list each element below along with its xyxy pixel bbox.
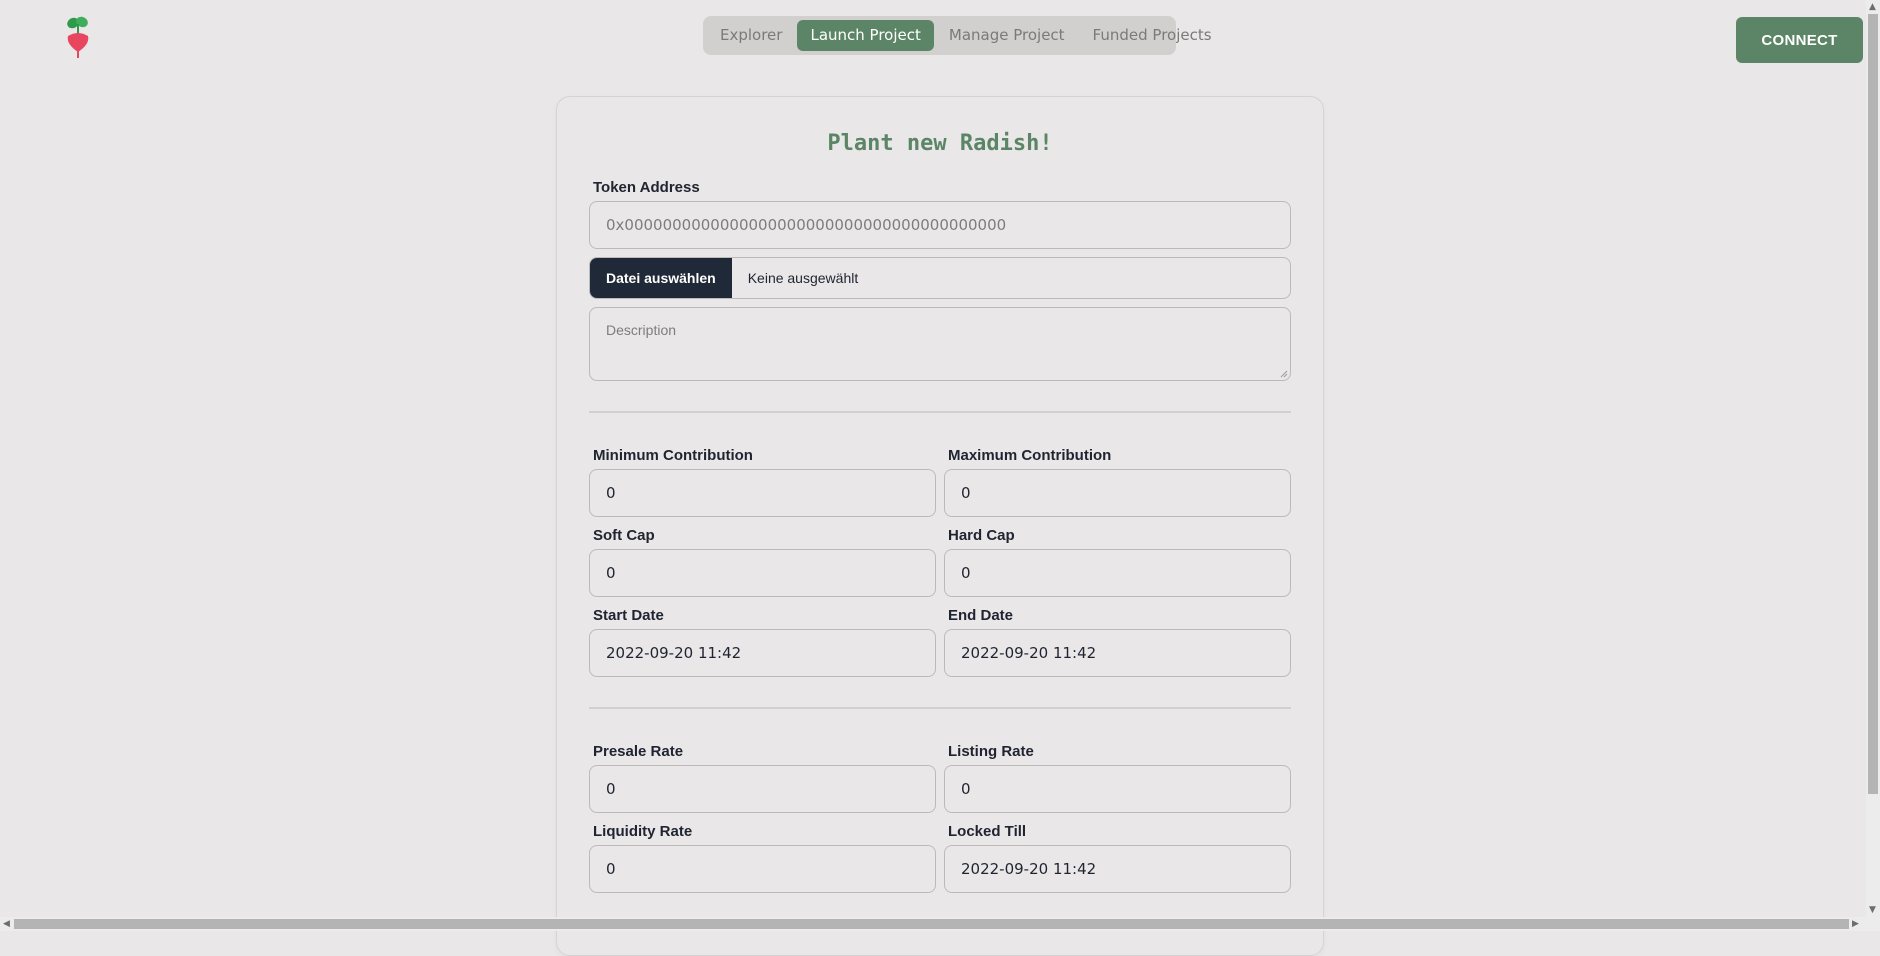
token-address-input[interactable]: 0x00000000000000000000000000000000000000…: [589, 201, 1291, 249]
file-status: Keine ausgewählt: [747, 270, 859, 286]
locked-till-label: Locked Till: [948, 823, 1027, 840]
scroll-right-icon[interactable]: ▶: [1852, 919, 1859, 929]
soft-cap-input[interactable]: 0: [589, 549, 936, 597]
min-contribution-input[interactable]: 0: [589, 469, 936, 517]
section-divider: [589, 707, 1291, 709]
presale-rate-input[interactable]: 0: [589, 765, 936, 813]
horizontal-scrollbar[interactable]: ◀ ▶: [0, 917, 1866, 931]
presale-rate-label: Presale Rate: [593, 743, 684, 760]
section-divider: [589, 411, 1291, 413]
hard-cap-label: Hard Cap: [948, 527, 1015, 544]
tab-launch-project[interactable]: Launch Project: [797, 20, 934, 51]
soft-cap-label: Soft Cap: [593, 527, 655, 544]
description-placeholder: Description: [606, 322, 677, 338]
vertical-scroll-thumb[interactable]: [1868, 14, 1878, 794]
locked-till-input[interactable]: 2022-09-20 11:42: [944, 845, 1291, 893]
scroll-up-icon[interactable]: ▲: [1869, 2, 1876, 12]
description-textarea[interactable]: Description: [589, 307, 1291, 381]
end-date-input[interactable]: 2022-09-20 11:42: [944, 629, 1291, 677]
liquidity-rate-label: Liquidity Rate: [593, 823, 693, 840]
liquidity-rate-input[interactable]: 0: [589, 845, 936, 893]
hard-cap-input[interactable]: 0: [944, 549, 1291, 597]
start-date-label: Start Date: [593, 607, 664, 624]
token-address-label: Token Address: [593, 179, 700, 196]
main-nav: Explorer Launch Project Manage Project F…: [703, 16, 1212, 55]
scroll-down-icon[interactable]: ▼: [1869, 905, 1876, 915]
choose-file-button[interactable]: Datei auswählen: [590, 258, 732, 298]
max-contribution-input[interactable]: 0: [944, 469, 1291, 517]
min-contribution-label: Minimum Contribution: [593, 447, 753, 464]
horizontal-scroll-thumb[interactable]: [14, 919, 1849, 929]
tab-funded-projects[interactable]: Funded Projects: [1080, 20, 1225, 51]
listing-rate-input[interactable]: 0: [944, 765, 1291, 813]
radish-logo-icon[interactable]: [64, 14, 92, 58]
form-title: Plant new Radish!: [827, 131, 1053, 156]
end-date-label: End Date: [948, 607, 1014, 624]
connect-button[interactable]: CONNECT: [1736, 17, 1863, 63]
listing-rate-label: Listing Rate: [948, 743, 1034, 760]
resize-grip-icon[interactable]: [1280, 370, 1288, 378]
file-input[interactable]: Datei auswählen Keine ausgewählt: [589, 257, 1291, 299]
scroll-left-icon[interactable]: ◀: [3, 919, 10, 929]
vertical-scrollbar[interactable]: ▲ ▼: [1866, 0, 1880, 931]
tab-manage-project[interactable]: Manage Project: [936, 20, 1078, 51]
max-contribution-label: Maximum Contribution: [948, 447, 1112, 464]
tab-explorer[interactable]: Explorer: [707, 20, 795, 51]
start-date-input[interactable]: 2022-09-20 11:42: [589, 629, 936, 677]
